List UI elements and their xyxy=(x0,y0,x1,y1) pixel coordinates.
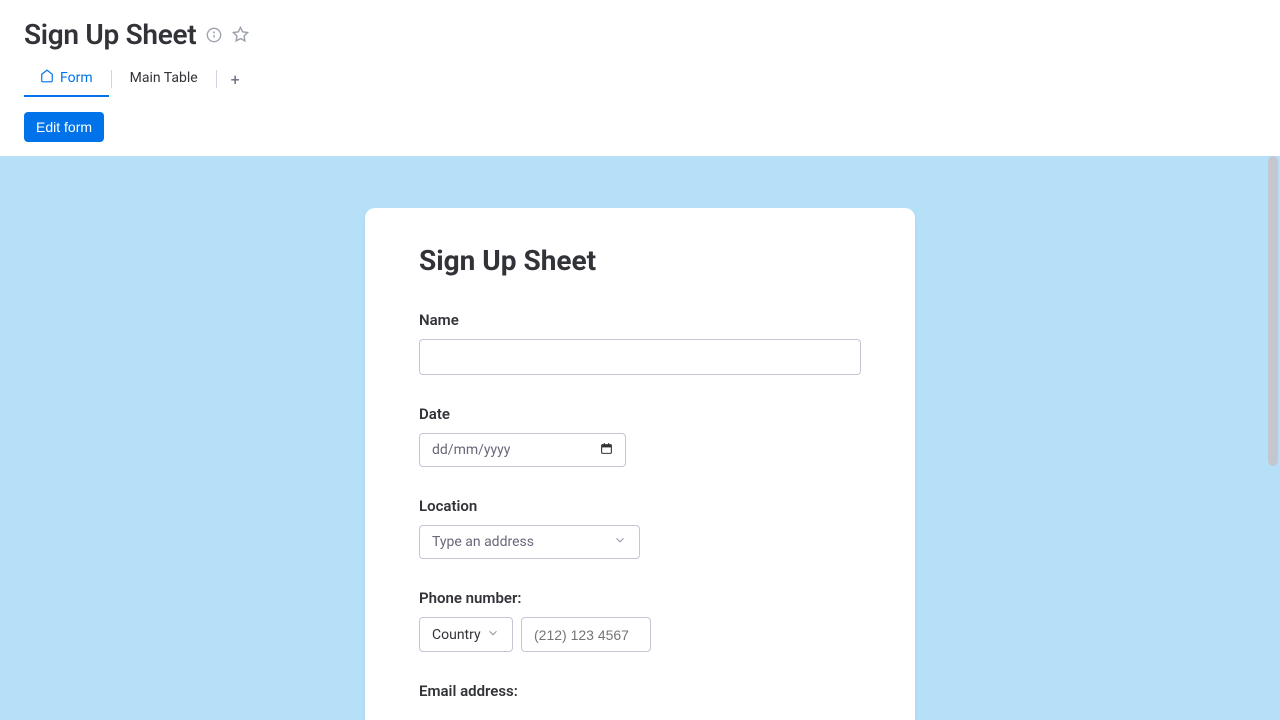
date-placeholder: dd/mm/yyyy xyxy=(432,442,510,458)
date-label: Date xyxy=(419,405,861,423)
info-icon[interactable] xyxy=(206,27,222,43)
add-tab-button[interactable]: + xyxy=(219,64,252,95)
form-title: Sign Up Sheet xyxy=(419,244,861,277)
name-input[interactable] xyxy=(419,339,861,375)
calendar-icon xyxy=(600,442,613,459)
tab-divider xyxy=(216,70,217,88)
email-label: Email address: xyxy=(419,682,861,700)
location-placeholder: Type an address xyxy=(432,534,534,550)
tab-form-label: Form xyxy=(60,70,93,86)
form-field-name: Name xyxy=(419,311,861,375)
page-title: Sign Up Sheet xyxy=(24,18,196,51)
edit-form-button[interactable]: Edit form xyxy=(24,112,104,142)
date-input[interactable]: dd/mm/yyyy xyxy=(419,433,626,467)
name-label: Name xyxy=(419,311,861,329)
form-field-phone: Phone number: Country xyxy=(419,589,861,652)
form-canvas: Sign Up Sheet Name Date dd/mm/yyyy xyxy=(0,156,1280,720)
location-label: Location xyxy=(419,497,861,515)
home-icon xyxy=(40,69,54,87)
tab-main-table-label: Main Table xyxy=(130,70,198,86)
chevron-down-icon xyxy=(613,533,627,551)
tab-main-table[interactable]: Main Table xyxy=(114,62,214,96)
phone-number-input[interactable] xyxy=(521,617,651,652)
country-placeholder: Country xyxy=(432,627,481,643)
tab-form[interactable]: Form xyxy=(24,61,109,97)
form-field-date: Date dd/mm/yyyy xyxy=(419,405,861,467)
form-field-location: Location Type an address xyxy=(419,497,861,559)
chevron-down-icon xyxy=(486,626,500,644)
tab-divider xyxy=(111,70,112,88)
location-input[interactable]: Type an address xyxy=(419,525,640,559)
star-icon[interactable] xyxy=(232,26,249,43)
phone-country-select[interactable]: Country xyxy=(419,617,513,652)
form-card: Sign Up Sheet Name Date dd/mm/yyyy xyxy=(365,208,915,720)
form-field-email: Email address: xyxy=(419,682,861,700)
phone-text-input[interactable] xyxy=(534,627,638,643)
scrollbar-thumb[interactable] xyxy=(1268,156,1278,466)
name-text-input[interactable] xyxy=(432,349,848,365)
phone-label: Phone number: xyxy=(419,589,861,607)
scrollbar[interactable] xyxy=(1266,156,1280,720)
